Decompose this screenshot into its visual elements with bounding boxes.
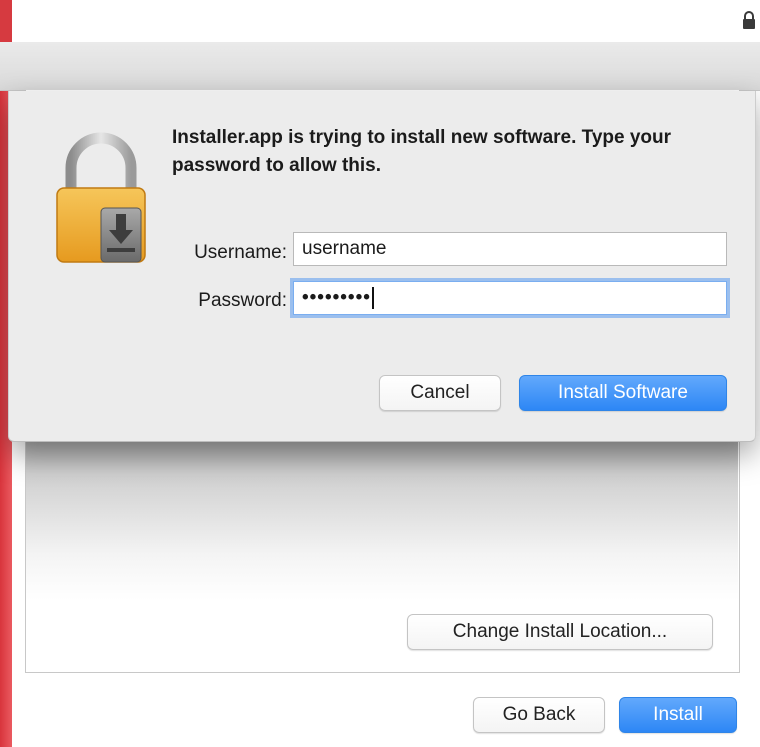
menu-bar — [0, 0, 760, 43]
auth-dialog: Installer.app is trying to install new s… — [8, 91, 756, 442]
username-value: username — [302, 238, 387, 259]
install-button[interactable]: Install — [619, 697, 737, 733]
go-back-button[interactable]: Go Back — [473, 697, 605, 733]
text-caret — [371, 287, 374, 309]
auth-message: Installer.app is trying to install new s… — [172, 127, 672, 176]
password-masked-value: ••••••••• — [302, 287, 371, 308]
installer-title-bar — [0, 42, 760, 91]
username-label: Username: — [194, 242, 287, 263]
dialog-drop-shadow — [26, 420, 738, 600]
change-install-location-button[interactable]: Change Install Location... — [407, 614, 713, 650]
padlock-install-icon — [56, 132, 146, 263]
password-label: Password: — [198, 290, 287, 311]
lock-icon[interactable] — [742, 10, 756, 30]
screen: Change Install Location... Go Back Insta… — [0, 0, 760, 747]
password-field[interactable]: ••••••••• — [293, 281, 727, 315]
username-field[interactable]: username — [293, 232, 727, 266]
install-software-button[interactable]: Install Software — [519, 375, 727, 411]
cancel-button[interactable]: Cancel — [379, 375, 501, 411]
